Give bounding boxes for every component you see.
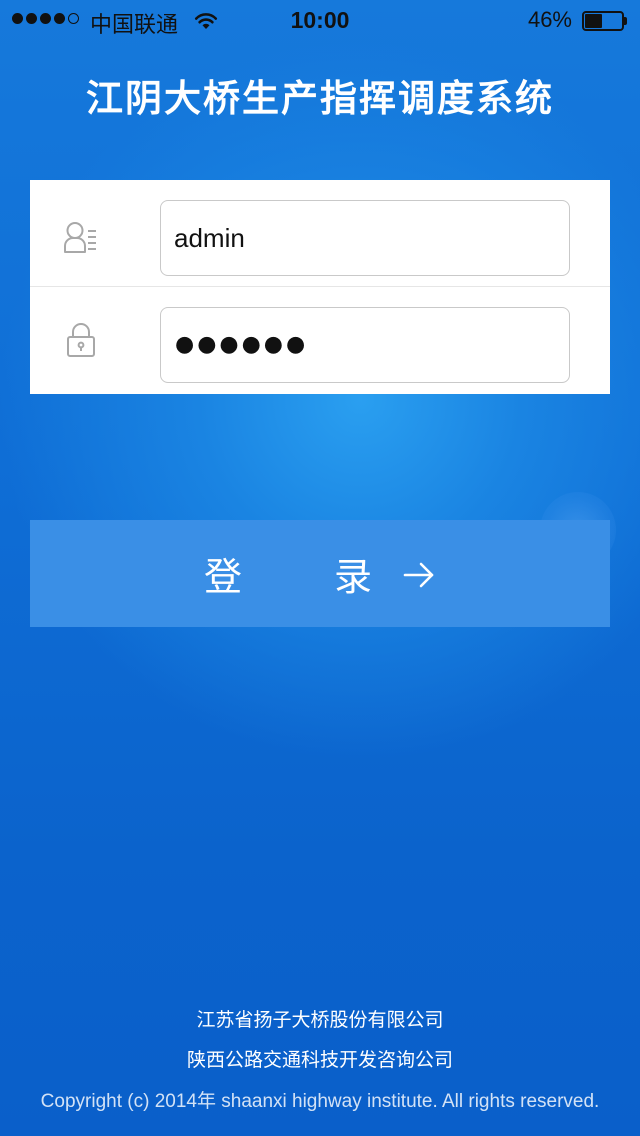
user-list-icon xyxy=(63,221,99,257)
login-form: admin ●●●●●● xyxy=(30,180,610,394)
status-bar: 中国联通 10:00 46% xyxy=(0,0,640,40)
battery-percent: 46% xyxy=(527,7,572,32)
arrow-right-icon xyxy=(402,557,436,591)
footer-org-1: 江苏省扬子大桥股份有限公司 xyxy=(196,1009,444,1031)
login-button[interactable]: 登 录 xyxy=(30,520,610,627)
username-row: admin xyxy=(30,180,610,287)
footer-copyright: Copyright (c) 2014年 shaanxi highway inst… xyxy=(40,1091,600,1112)
username-input[interactable]: admin xyxy=(160,200,570,276)
login-button-label: 登 录 xyxy=(203,555,413,599)
battery-icon xyxy=(582,11,628,31)
footer-org-2: 陕西公路交通科技开发咨询公司 xyxy=(186,1049,453,1071)
password-input[interactable]: ●●●●●● xyxy=(160,307,570,383)
lock-icon xyxy=(63,322,99,358)
password-row: ●●●●●● xyxy=(30,287,610,394)
app-title: 江阴大桥生产指挥调度系统 xyxy=(86,77,554,120)
battery-level xyxy=(585,14,602,28)
